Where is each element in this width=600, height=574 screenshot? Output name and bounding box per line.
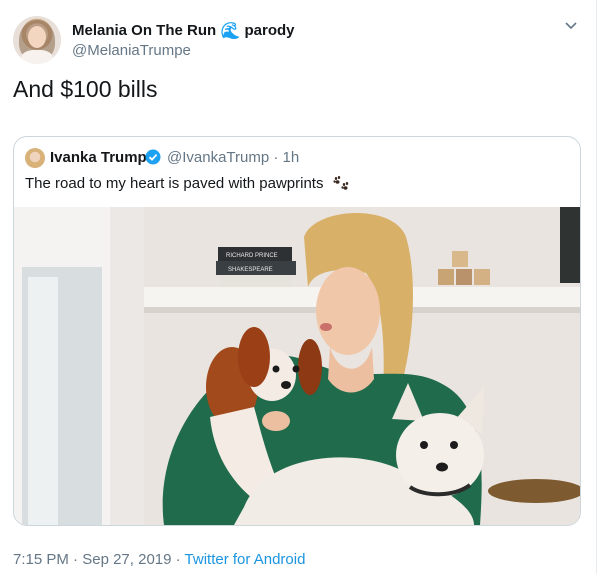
wave-icon: 🌊︎ [220, 23, 241, 40]
separator: · [273, 149, 279, 166]
photo-image: RICHARD PRINCE SHAKESPEARE [14, 207, 580, 525]
quoted-author-name[interactable]: Ivanka Trump [50, 149, 147, 166]
book-stack: RICHARD PRINCE SHAKESPEARE [216, 247, 296, 287]
author-avatar[interactable] [13, 16, 61, 64]
quoted-time[interactable]: 1h [283, 149, 300, 166]
tweet-meta: 7:15 PM · Sep 27, 2019 · Twitter for And… [13, 551, 305, 568]
chevron-down-icon[interactable] [564, 19, 578, 33]
quoted-tweet[interactable]: Ivanka Trump @IvankaTrump · 1h The road … [13, 136, 581, 526]
tweet-text: And $100 bills [13, 76, 158, 102]
author-handle[interactable]: @MelaniaTrumpe [72, 42, 191, 59]
tweet-time[interactable]: 7:15 PM [13, 551, 69, 568]
parody-label: parody [244, 22, 295, 39]
quoted-author-avatar[interactable] [25, 148, 45, 168]
paw-prints-icon [333, 176, 348, 190]
quoted-author-handle[interactable]: @IvankaTrump [167, 149, 269, 166]
verified-badge-icon [145, 149, 161, 165]
author-name[interactable]: Melania On The Run 🌊︎ parody [72, 21, 295, 41]
separator: · [175, 551, 181, 568]
book-title-2: SHAKESPEARE [228, 267, 273, 273]
book-title-1: RICHARD PRINCE [226, 253, 278, 259]
tweet-card: Melania On The Run 🌊︎ parody @MelaniaTrump… [0, 0, 597, 574]
separator: · [73, 551, 79, 568]
quoted-text-content: The road to my heart is paved with pawpr… [25, 175, 324, 192]
quoted-author-meta: @IvankaTrump · 1h [167, 149, 299, 166]
quoted-text: The road to my heart is paved with pawpr… [25, 175, 350, 192]
tweet-source-link[interactable]: Twitter for Android [185, 551, 306, 568]
tweet-date[interactable]: Sep 27, 2019 [82, 551, 171, 568]
author-name-text[interactable]: Melania On The Run [72, 22, 216, 39]
quoted-photo[interactable]: RICHARD PRINCE SHAKESPEARE [14, 207, 580, 525]
